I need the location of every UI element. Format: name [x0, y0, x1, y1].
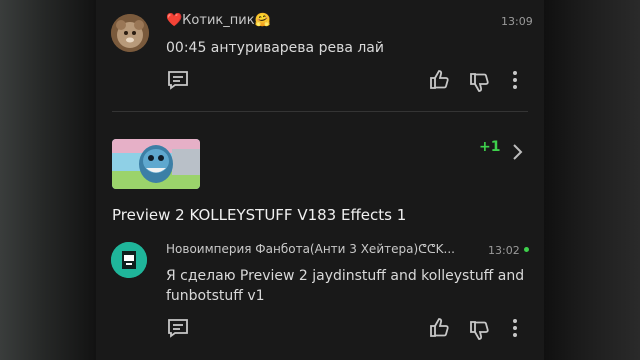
avatar[interactable]: [111, 14, 149, 52]
reply-icon[interactable]: [166, 68, 190, 92]
divider: [112, 111, 528, 112]
comment-text-continued: funbotstuff v1: [166, 288, 265, 304]
comment-text: Я сделаю Preview 2 jaydinstuff and kolle…: [166, 268, 525, 284]
like-icon[interactable]: [428, 316, 452, 340]
comments-panel: ❤️Котик_пик🤗 13:09 00:45 антуриварева ре…: [96, 0, 544, 360]
chevron-right-icon[interactable]: [505, 140, 529, 164]
like-icon[interactable]: [428, 68, 452, 92]
more-icon[interactable]: [503, 68, 527, 92]
avatar[interactable]: [111, 242, 147, 278]
comment-time: 13:09: [501, 15, 533, 28]
video-thumbnail[interactable]: [112, 139, 200, 189]
reply-icon[interactable]: [166, 316, 190, 340]
reply-count: +1: [479, 139, 501, 155]
comment-author: ❤️Котик_пик🤗: [166, 13, 271, 28]
dislike-icon[interactable]: [468, 318, 492, 342]
comment-time: 13:02: [488, 244, 520, 257]
online-indicator: [524, 247, 529, 252]
more-icon[interactable]: [503, 316, 527, 340]
background-blur-left: [0, 0, 96, 360]
comment-author: Новоимперия Фанбота(Анти 3 Хейтера)ᕦᕦK..…: [166, 242, 455, 256]
video-title[interactable]: Preview 2 KOLLEYSTUFF V183 Effects 1: [112, 206, 406, 224]
comment-text: 00:45 антуриварева рева лай: [166, 40, 384, 56]
dislike-icon[interactable]: [468, 70, 492, 94]
background-blur-right: [544, 0, 640, 360]
